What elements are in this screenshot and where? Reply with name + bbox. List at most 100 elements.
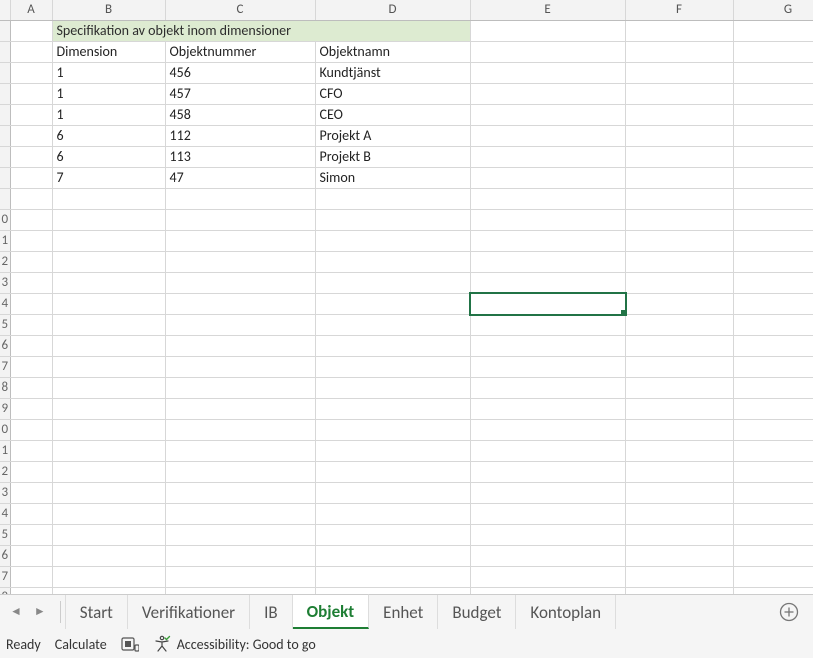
cell[interactable] (52, 272, 165, 293)
cell[interactable] (52, 566, 165, 587)
cell[interactable] (625, 83, 733, 104)
cell[interactable] (733, 398, 813, 419)
cell[interactable] (315, 356, 470, 377)
cell[interactable] (10, 167, 52, 188)
row-header[interactable]: 6 (0, 335, 10, 356)
data-cell-objektnamn[interactable]: CEO (315, 104, 470, 125)
cell[interactable] (315, 482, 470, 503)
cell[interactable] (733, 62, 813, 83)
cell[interactable] (625, 146, 733, 167)
column-header[interactable]: A (10, 0, 52, 20)
cell[interactable] (165, 293, 315, 314)
cell[interactable] (470, 146, 625, 167)
cell[interactable] (165, 209, 315, 230)
cell[interactable] (52, 482, 165, 503)
cell[interactable] (52, 314, 165, 335)
data-cell-objektnamn[interactable]: CFO (315, 83, 470, 104)
cell[interactable] (470, 377, 625, 398)
cell[interactable] (165, 314, 315, 335)
cell[interactable] (470, 440, 625, 461)
cell[interactable] (52, 440, 165, 461)
cell[interactable] (733, 461, 813, 482)
data-cell-objektnamn[interactable]: Simon (315, 167, 470, 188)
column-header[interactable]: E (470, 0, 625, 20)
cell[interactable] (10, 188, 52, 209)
cell[interactable] (625, 272, 733, 293)
cell[interactable] (470, 293, 625, 314)
cell[interactable] (625, 545, 733, 566)
row-header[interactable] (0, 188, 10, 209)
cell[interactable] (52, 524, 165, 545)
cell[interactable] (52, 251, 165, 272)
row-header[interactable]: 0 (0, 209, 10, 230)
cell[interactable] (10, 545, 52, 566)
cell[interactable] (10, 440, 52, 461)
cell[interactable] (625, 398, 733, 419)
cell[interactable] (470, 83, 625, 104)
cell[interactable] (10, 377, 52, 398)
cell[interactable] (10, 335, 52, 356)
cell[interactable] (52, 188, 165, 209)
cell[interactable] (165, 545, 315, 566)
cell[interactable] (733, 419, 813, 440)
cell[interactable] (52, 335, 165, 356)
cell[interactable] (52, 419, 165, 440)
cell[interactable] (10, 503, 52, 524)
cell[interactable] (52, 293, 165, 314)
row-header[interactable]: 7 (0, 566, 10, 587)
cell[interactable] (625, 356, 733, 377)
cell[interactable] (470, 461, 625, 482)
column-header[interactable]: B (52, 0, 165, 20)
select-all-corner[interactable] (0, 0, 10, 20)
col-header-objektnamn[interactable]: Objektnamn (315, 41, 470, 62)
cell[interactable] (470, 251, 625, 272)
cell[interactable] (470, 125, 625, 146)
cell[interactable] (470, 566, 625, 587)
cell[interactable] (315, 440, 470, 461)
cell[interactable] (10, 251, 52, 272)
column-header[interactable]: F (625, 0, 733, 20)
cell[interactable] (625, 314, 733, 335)
cell[interactable] (470, 104, 625, 125)
cell[interactable] (315, 188, 470, 209)
cell[interactable] (470, 230, 625, 251)
status-accessibility[interactable]: Accessibility: Good to go (153, 635, 316, 653)
cell[interactable] (733, 314, 813, 335)
data-cell-objektnummer[interactable]: 112 (165, 125, 315, 146)
cell[interactable] (315, 587, 470, 594)
row-header[interactable]: 0 (0, 419, 10, 440)
cell[interactable] (52, 230, 165, 251)
row-header[interactable] (0, 104, 10, 125)
cell[interactable] (315, 419, 470, 440)
cell[interactable] (10, 524, 52, 545)
cell[interactable] (10, 146, 52, 167)
cell[interactable] (10, 398, 52, 419)
cell[interactable] (165, 251, 315, 272)
cell[interactable] (470, 503, 625, 524)
cell[interactable] (470, 62, 625, 83)
col-header-objektnummer[interactable]: Objektnummer (165, 41, 315, 62)
cell[interactable] (733, 503, 813, 524)
cell[interactable] (10, 104, 52, 125)
cell[interactable] (470, 398, 625, 419)
cell[interactable] (733, 83, 813, 104)
add-sheet-button[interactable] (765, 602, 813, 622)
data-cell-objektnummer[interactable]: 458 (165, 104, 315, 125)
cell[interactable] (165, 524, 315, 545)
cell[interactable] (625, 230, 733, 251)
cell[interactable] (625, 482, 733, 503)
row-header[interactable]: 2 (0, 251, 10, 272)
cell[interactable] (10, 419, 52, 440)
sheet-tab[interactable]: Verifikationer (128, 595, 250, 629)
cell[interactable] (733, 230, 813, 251)
cell[interactable] (10, 41, 52, 62)
cell[interactable] (625, 566, 733, 587)
cell[interactable] (733, 209, 813, 230)
cell[interactable] (625, 503, 733, 524)
row-header[interactable]: 5 (0, 524, 10, 545)
cell[interactable] (625, 524, 733, 545)
sheet-tab[interactable]: Enhet (369, 595, 438, 629)
row-header[interactable]: 4 (0, 293, 10, 314)
cell[interactable] (733, 20, 813, 41)
data-cell-dimension[interactable]: 1 (52, 104, 165, 125)
